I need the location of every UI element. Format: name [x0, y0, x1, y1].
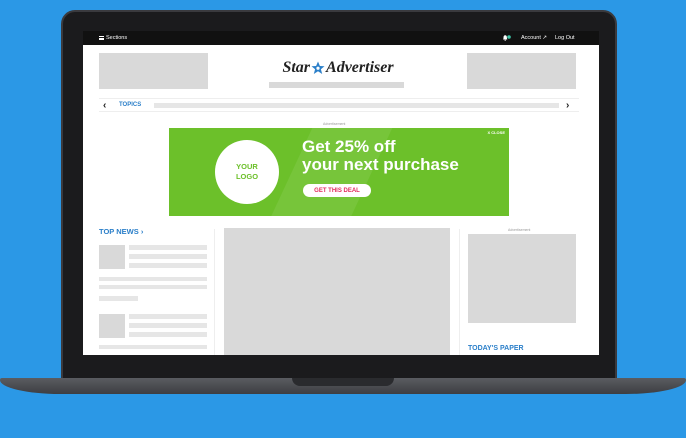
news-text-line-placeholder: [129, 332, 207, 337]
news-text-line-placeholder: [129, 314, 207, 319]
topics-list-placeholder: [154, 103, 559, 108]
account-label: Account: [521, 35, 541, 41]
promo-ad-banner[interactable]: X CLOSE YOUR LOGO Get 25% off your next …: [169, 128, 509, 216]
news-thumbnail-placeholder: [99, 245, 125, 269]
ad-headline-line2: your next purchase: [302, 155, 459, 174]
laptop-screen: Sections Account ↗ Log Out Star Advertis…: [83, 31, 599, 355]
notification-bell-icon[interactable]: [502, 34, 511, 41]
news-text-line-placeholder: [129, 263, 207, 268]
hamburger-icon: [99, 36, 104, 40]
news-text-line-placeholder: [129, 245, 207, 250]
news-text-line-placeholder: [99, 296, 138, 301]
ad-headline: Get 25% off your next purchase: [302, 138, 459, 174]
date-line-placeholder: [269, 82, 404, 88]
logout-link[interactable]: Log Out: [555, 35, 575, 41]
laptop-notch: [292, 378, 394, 386]
external-link-icon: ↗: [542, 35, 548, 41]
column-divider-right: [459, 229, 460, 355]
topics-label[interactable]: TOPICS: [119, 102, 141, 108]
column-divider-left: [214, 229, 215, 355]
ad-label: Advertisement: [323, 122, 346, 126]
chevron-right-icon: ›: [140, 227, 144, 236]
top-navigation-bar: Sections Account ↗ Log Out: [83, 31, 599, 45]
ad-logo-text: YOUR LOGO: [235, 162, 259, 181]
todays-paper-heading[interactable]: TODAY'S PAPER: [468, 345, 524, 352]
news-text-line-placeholder: [99, 345, 207, 349]
news-text-line-placeholder: [129, 323, 207, 328]
ad-logo-circle: YOUR LOGO: [215, 140, 279, 204]
header-ad-right-placeholder: [467, 53, 576, 89]
account-link[interactable]: Account ↗: [521, 35, 547, 41]
main-story-image-placeholder: [224, 228, 450, 355]
chevron-left-icon[interactable]: ‹: [103, 100, 106, 111]
news-text-line-placeholder: [129, 254, 207, 259]
top-news-label: TOP NEWS: [99, 227, 139, 236]
news-thumbnail-placeholder: [99, 314, 125, 338]
ad-close-button[interactable]: X CLOSE: [487, 130, 505, 135]
topics-bar: ‹ TOPICS ›: [99, 98, 579, 112]
logo-text-advertiser: Advertiser: [326, 59, 394, 76]
chevron-right-icon[interactable]: ›: [566, 100, 569, 111]
ad-headline-line1: Get 25% off: [302, 137, 396, 156]
site-logo[interactable]: Star Advertiser: [277, 58, 399, 78]
sections-label: Sections: [106, 35, 128, 41]
news-text-line-placeholder: [99, 285, 207, 289]
header-ad-left-placeholder: [99, 53, 208, 89]
star-icon: [311, 61, 325, 74]
sections-menu-button[interactable]: Sections: [99, 35, 127, 41]
sidebar-ad-placeholder: [468, 234, 576, 323]
top-news-heading[interactable]: TOP NEWS ›: [99, 227, 143, 236]
logo-text-star: Star: [282, 59, 311, 76]
news-text-line-placeholder: [99, 277, 207, 281]
get-deal-button[interactable]: GET THIS DEAL: [303, 184, 371, 197]
sidebar-ad-label: Advertisement: [508, 228, 531, 232]
